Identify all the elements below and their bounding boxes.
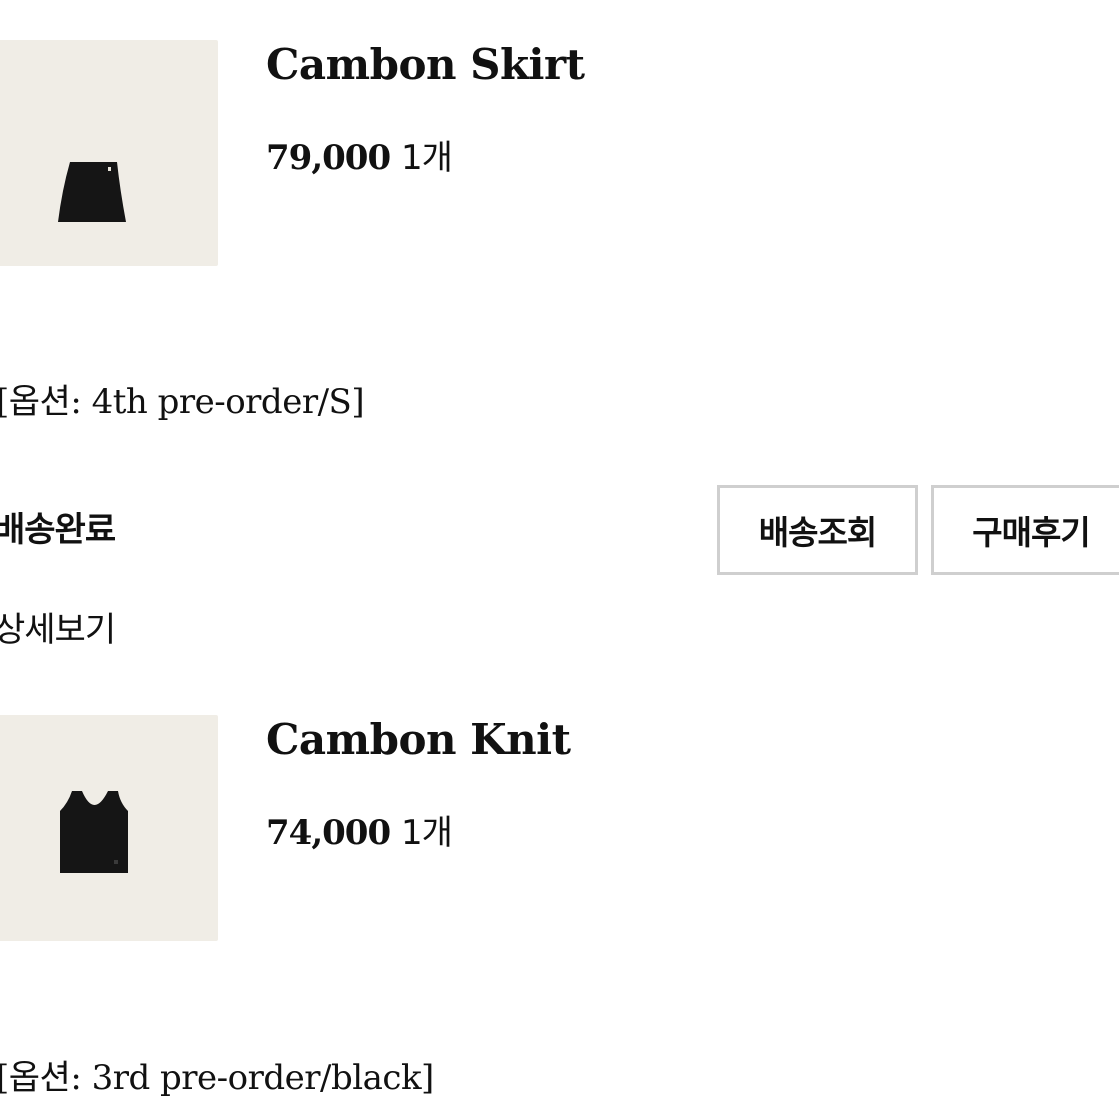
product-price: 74,000 1개 [266,805,453,854]
write-review-button[interactable]: 구매후기 [931,485,1119,575]
product-option: [옵션: 4th pre-order/S] [0,382,365,422]
track-delivery-button[interactable]: 배송조회 [717,485,918,575]
quantity-value: 1개 [400,138,453,178]
price-value: 74,000 [266,813,391,853]
quantity-value: 1개 [400,813,453,853]
product-option: [옵션: 3rd pre-order/black] [0,1058,434,1098]
product-thumbnail-knit[interactable] [0,715,218,941]
order-status: 배송완료 [0,510,116,550]
knit-icon [60,791,128,873]
view-details-link[interactable]: 상세보기 [0,602,116,651]
skirt-icon [58,162,126,222]
product-title[interactable]: Cambon Knit [266,715,571,764]
product-thumbnail-skirt[interactable] [0,40,218,266]
product-price: 79,000 1개 [266,130,453,179]
price-value: 79,000 [266,138,391,178]
product-title[interactable]: Cambon Skirt [266,40,585,89]
